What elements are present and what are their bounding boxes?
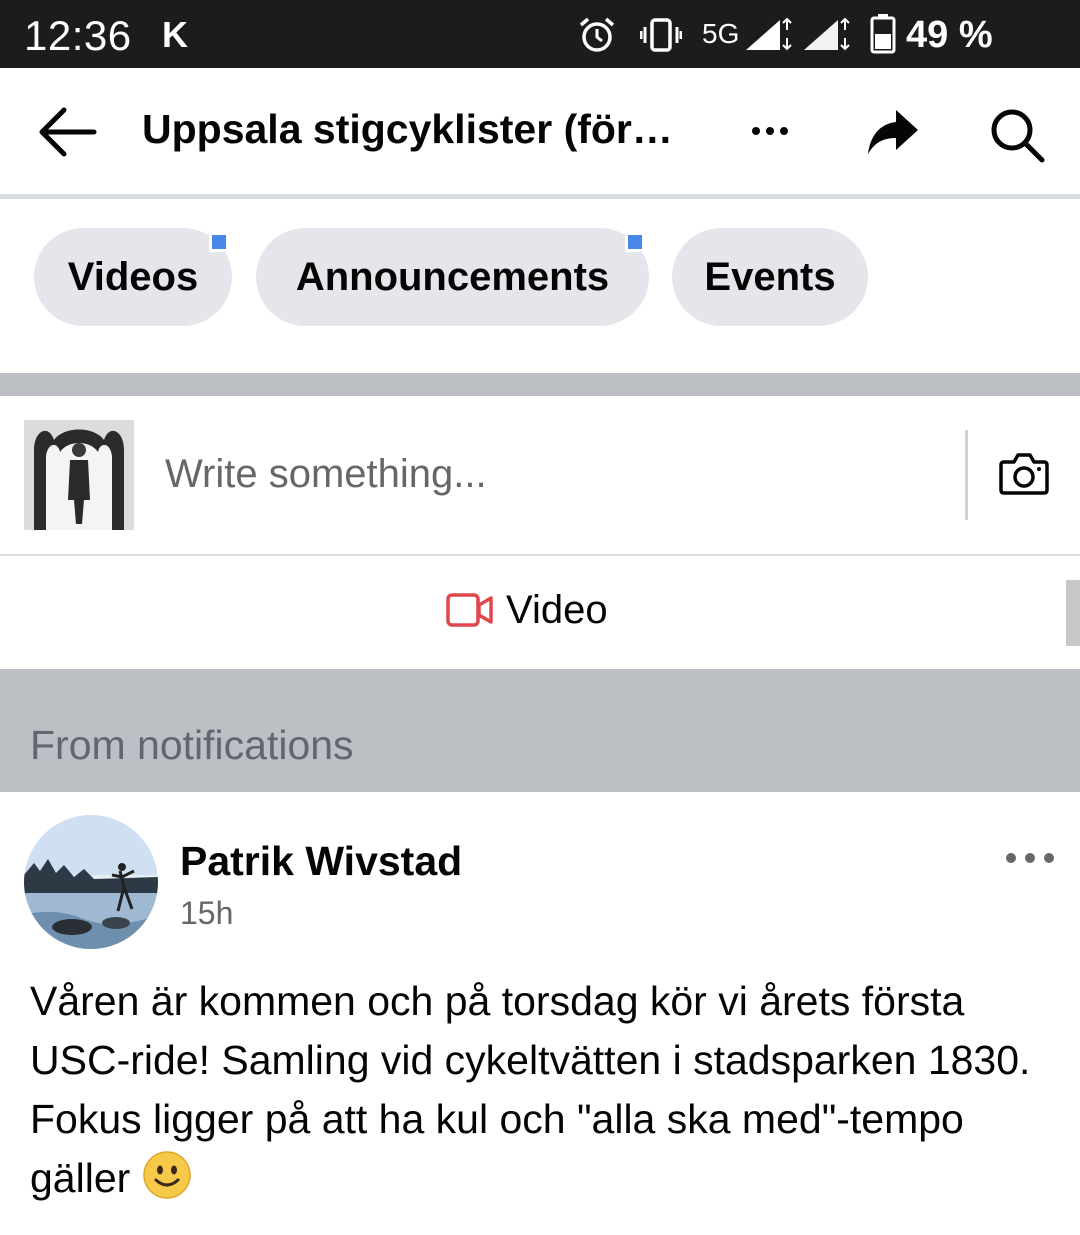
chip-events[interactable]: Events: [672, 228, 868, 326]
chip-label: Videos: [67, 254, 199, 299]
camera-icon[interactable]: [998, 450, 1050, 496]
share-icon[interactable]: [866, 108, 920, 156]
battery-icon: [870, 14, 896, 54]
post-timestamp[interactable]: 15h: [180, 895, 233, 932]
header-divider: [0, 194, 1080, 199]
post-more-icon[interactable]: [1002, 848, 1058, 868]
section-label: From notifications: [30, 722, 354, 768]
video-camera-icon: [446, 593, 493, 627]
smiley-emoji-icon: [142, 1151, 191, 1199]
composer-separator: [965, 430, 968, 520]
more-dots-icon[interactable]: [748, 118, 792, 144]
user-avatar[interactable]: [24, 420, 134, 530]
post-body: Våren är kommen och på torsdag kör vi år…: [30, 972, 1065, 1208]
signal-icon: [746, 17, 792, 51]
chip-announcements[interactable]: Announcements: [256, 228, 649, 326]
chip-notification-dot: [209, 232, 229, 252]
chip-label: Announcements: [295, 254, 610, 299]
battery-percent: 49 %: [906, 14, 993, 56]
composer-input[interactable]: Write something...: [165, 452, 487, 497]
author-avatar[interactable]: [24, 815, 158, 949]
vibrate-icon: [640, 18, 682, 52]
post-author[interactable]: Patrik Wivstad: [180, 838, 462, 885]
top-app-bar: Uppsala stigcyklister (förening): [0, 68, 1080, 196]
signal-icon: [804, 17, 850, 51]
page-title: Uppsala stigcyklister (förening): [142, 106, 687, 152]
video-button[interactable]: Video: [440, 580, 640, 646]
chip-videos[interactable]: Videos: [34, 228, 232, 326]
chip-label: Events: [704, 254, 836, 299]
status-time: 12:36: [24, 12, 132, 59]
composer-divider: [0, 554, 1080, 556]
chip-notification-dot: [625, 232, 645, 252]
avatar-image: [24, 815, 158, 949]
video-button-label: Video: [506, 588, 608, 632]
network-type: 5G: [702, 18, 740, 49]
avatar-image: [24, 420, 134, 530]
back-arrow-icon[interactable]: [36, 104, 98, 160]
scrollbar-thumb[interactable]: [1066, 580, 1080, 646]
search-icon[interactable]: [988, 106, 1046, 164]
alarm-icon: [579, 17, 615, 52]
status-carrier-glyph: K: [162, 14, 188, 55]
section-divider: [0, 373, 1080, 396]
status-bar: 12:36 K 5G 49 %: [0, 0, 1080, 68]
